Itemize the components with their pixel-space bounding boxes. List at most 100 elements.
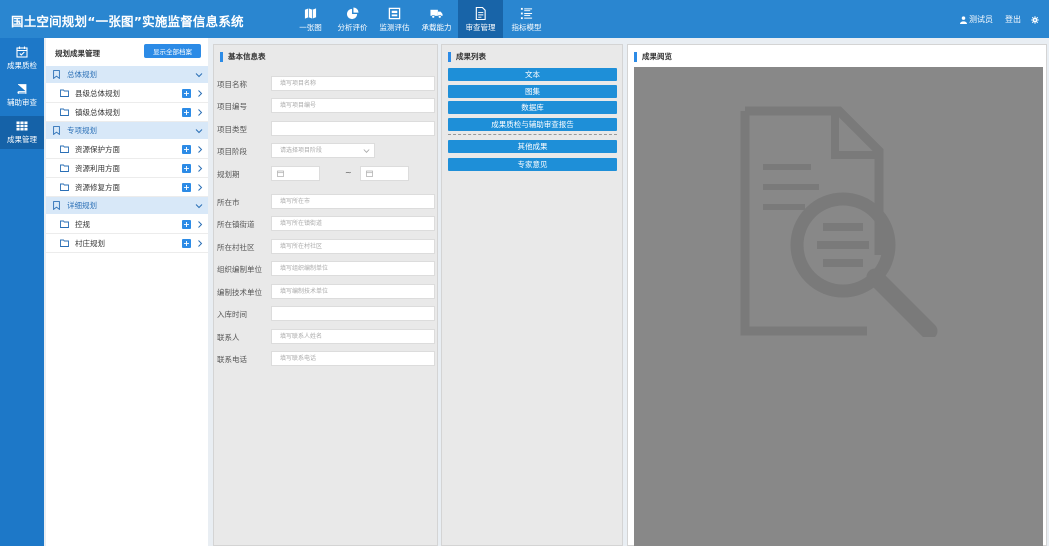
folder-icon [60,145,69,153]
tree-item-label: 镇级总体规划 [75,107,120,117]
plan-start-date-input[interactable] [271,166,320,181]
town-input[interactable]: 填写所在镇街道 [271,216,435,231]
field-label: 项目名称 [217,80,247,89]
city-input[interactable]: 填写所在市 [271,194,435,209]
tree-item[interactable]: 镇级总体规划 + [46,103,208,122]
add-icon[interactable]: + [182,108,191,117]
list-icon [520,7,533,20]
map-icon [304,8,317,19]
contact-input[interactable]: 填写联系人姓名 [271,329,435,344]
top-bar: 国土空间规划“一张图”实施监督信息系统 一张图 分析评价 监测评估 承载能力 审… [0,0,1049,38]
user-area: 测试员 登出 [960,14,1041,25]
panel-title: 成果阅览 [634,52,672,62]
nav-item-review[interactable]: 审查管理 [458,0,503,38]
nav-label: 审查管理 [465,23,496,32]
project-stage-select[interactable]: 请选择项目阶段 [271,143,375,158]
tree-group[interactable]: 专项规划 [46,122,208,140]
expert-opinion-button[interactable]: 专家意见 [448,158,617,171]
tree-item-label: 资源保护方面 [75,144,120,154]
project-type-input[interactable] [271,121,435,136]
field-label: 所在市 [217,198,240,207]
side-nav: 成果质检 辅助审查 成果管理 [0,38,44,546]
divider [448,134,617,135]
tree-item[interactable]: 资源修复方面 + [46,178,208,197]
form-row-city: 所在市 填写所在市 [217,194,435,210]
chevron-right-icon[interactable] [197,221,203,228]
truck-icon [430,9,443,19]
storage-time-input[interactable] [271,306,435,321]
folder-icon [60,164,69,172]
tree-item-label: 资源利用方面 [75,163,120,173]
chevron-right-icon[interactable] [197,240,203,247]
user-name[interactable]: 测试员 [969,14,993,25]
side-item-label: 成果质检 [7,61,37,70]
quality-report-button[interactable]: 成果质检与辅助审查报告 [448,118,617,131]
plan-end-date-input[interactable] [360,166,409,181]
tree-item[interactable]: 县级总体规划 + [46,84,208,103]
atlas-result-button[interactable]: 图集 [448,85,617,98]
chevron-right-icon[interactable] [197,90,203,97]
side-item-results-management[interactable]: 成果管理 [0,116,44,149]
side-item-assist-review[interactable]: 辅助审查 [0,79,44,112]
chevron-right-icon[interactable] [197,165,203,172]
table-icon [16,121,28,131]
folder-icon [60,183,69,191]
tree-group[interactable]: 总体规划 [46,66,208,84]
tree-item[interactable]: 村庄规划 + [46,234,208,253]
nav-label: 一张图 [299,23,322,32]
nav-label: 监测评估 [379,23,410,32]
nav-item-analysis[interactable]: 分析评价 [332,0,373,38]
org-unit-input[interactable]: 填写组织编制单位 [271,261,435,276]
phone-input[interactable]: 填写联系电话 [271,351,435,366]
database-result-button[interactable]: 数据库 [448,101,617,114]
chevron-right-icon[interactable] [197,184,203,191]
tree-item[interactable]: 资源利用方面 + [46,159,208,178]
side-item-label: 辅助审查 [7,98,37,107]
field-label: 组织编制单位 [217,265,262,274]
chevron-down-icon[interactable] [195,71,203,79]
calendar-icon [366,170,373,177]
project-code-input[interactable]: 填写项目编号 [271,98,435,113]
tech-unit-input[interactable]: 填写编制技术单位 [271,284,435,299]
logout-link[interactable]: 登出 [1005,14,1021,25]
form-row-plan-period: 规划期 ~ [217,166,435,182]
tree-item[interactable]: 控规 + [46,215,208,234]
add-icon[interactable]: + [182,164,191,173]
village-input[interactable]: 填写所在村社区 [271,239,435,254]
nav-item-monitor[interactable]: 监测评估 [374,0,415,38]
field-label: 入库时间 [217,310,247,319]
folder-icon [60,220,69,228]
chevron-down-icon[interactable] [195,127,203,135]
side-item-label: 成果管理 [7,135,37,144]
preview-area[interactable] [634,67,1043,546]
add-icon[interactable]: + [182,145,191,154]
project-name-input[interactable]: 填写项目名称 [271,76,435,91]
nav-item-indicator[interactable]: 指标模型 [504,0,549,38]
add-icon[interactable]: + [182,183,191,192]
chevron-down-icon[interactable] [195,202,203,210]
tree-group-label: 总体规划 [67,70,97,79]
form-row-town: 所在镇街道 填写所在镇街道 [217,216,435,232]
form-row-org: 组织编制单位 填写组织编制单位 [217,261,435,277]
show-all-archives-button[interactable]: 显示全部档案 [144,44,201,58]
text-result-button[interactable]: 文本 [448,68,617,81]
other-results-button[interactable]: 其他成果 [448,140,617,153]
add-icon[interactable]: + [182,89,191,98]
range-separator: ~ [345,168,352,177]
nav-item-capacity[interactable]: 承载能力 [416,0,457,38]
add-icon[interactable]: + [182,239,191,248]
chevron-right-icon[interactable] [197,109,203,116]
nav-item-map[interactable]: 一张图 [290,0,331,38]
gear-icon[interactable] [1031,15,1039,24]
pie-chart-icon [346,7,359,20]
document-icon [475,7,486,20]
chevron-right-icon[interactable] [197,146,203,153]
side-item-quality-check[interactable]: 成果质检 [0,42,44,75]
folder-icon [60,239,69,247]
field-label: 项目类型 [217,125,247,134]
add-icon[interactable]: + [182,220,191,229]
tree-panel: 规划成果管理 显示全部档案 总体规划 县级总体规划 + 镇级总体规划 + 专项规… [46,38,208,546]
tree-group[interactable]: 详细规划 [46,197,208,215]
tree-item[interactable]: 资源保护方面 + [46,140,208,159]
folder-icon [60,108,69,116]
